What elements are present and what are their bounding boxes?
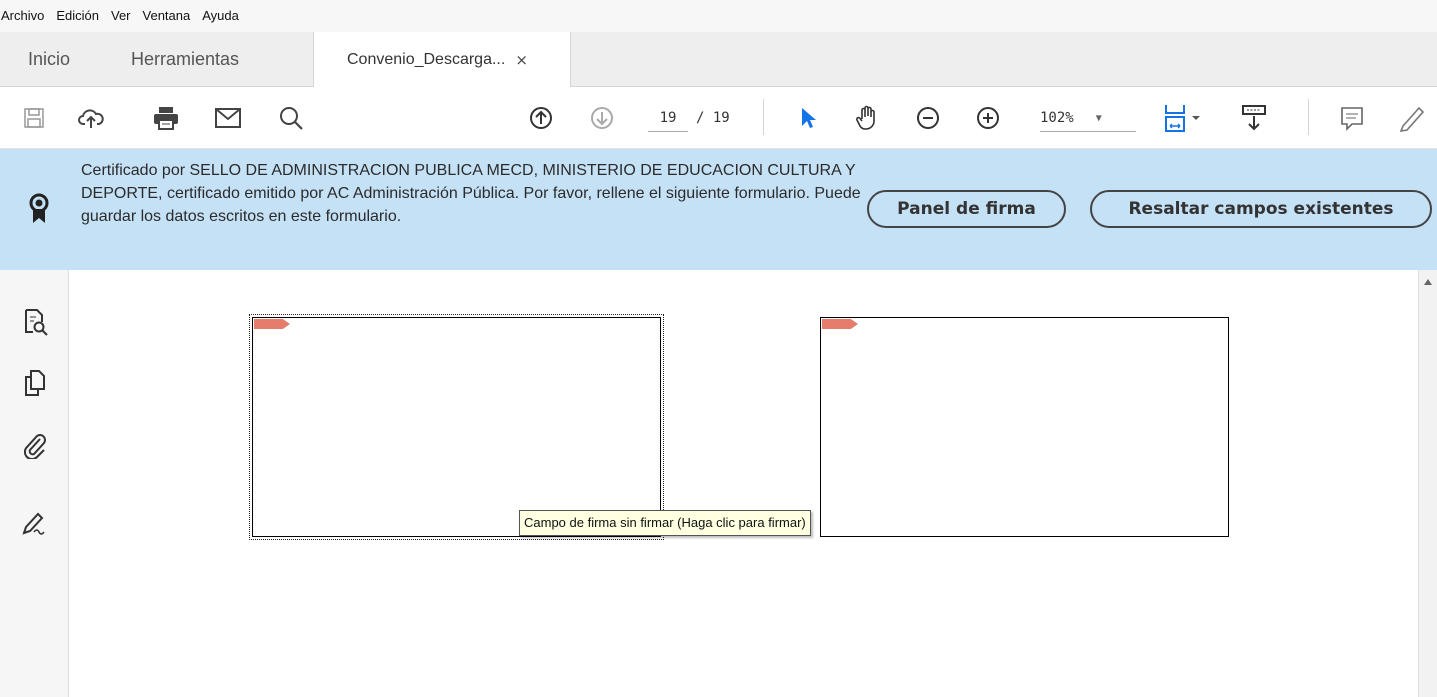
- page-thumbnails-icon[interactable]: [20, 306, 50, 336]
- page-down-icon[interactable]: [586, 102, 618, 134]
- page-up-icon[interactable]: [525, 102, 557, 134]
- tab-document[interactable]: Convenio_Descarga... ×: [313, 32, 571, 87]
- attachment-icon[interactable]: [20, 430, 50, 460]
- toolbar-separator: [1308, 99, 1309, 135]
- comment-icon[interactable]: [1336, 102, 1368, 134]
- tab-document-title: Convenio_Descarga...: [347, 50, 506, 68]
- signature-tooltip: Campo de firma sin firmar (Haga clic par…: [519, 510, 811, 536]
- menu-bar: Archivo Edición Ver Ventana Ayuda: [0, 0, 1437, 33]
- menu-ventana[interactable]: Ventana: [137, 0, 197, 32]
- tab-home[interactable]: Inicio: [28, 32, 70, 86]
- certification-message: Certificado por SELLO DE ADMINISTRACION …: [81, 162, 861, 225]
- sign-icon[interactable]: [20, 508, 50, 538]
- upload-cloud-icon[interactable]: [75, 102, 107, 134]
- email-icon[interactable]: [212, 102, 244, 134]
- scroll-up-icon[interactable]: [1424, 279, 1432, 285]
- zoom-in-icon[interactable]: [972, 102, 1004, 134]
- signature-field-2[interactable]: [820, 317, 1229, 537]
- signature-panel-button[interactable]: Panel de firma: [867, 190, 1066, 228]
- zoom-out-icon[interactable]: [912, 102, 944, 134]
- toolbar: 19 / 19 102% ▼: [0, 87, 1437, 149]
- search-icon[interactable]: [275, 102, 307, 134]
- pen-icon[interactable]: [1396, 102, 1428, 134]
- page-fit-icon[interactable]: [1160, 102, 1210, 134]
- read-mode-icon[interactable]: [1238, 102, 1270, 134]
- close-icon[interactable]: ×: [515, 51, 528, 69]
- vertical-scrollbar[interactable]: [1418, 270, 1437, 697]
- page-number-input[interactable]: 19: [648, 105, 688, 132]
- print-icon[interactable]: [150, 102, 182, 134]
- zoom-value: 102%: [1040, 110, 1074, 126]
- chevron-down-icon: ▼: [1095, 112, 1102, 124]
- save-icon[interactable]: [18, 102, 50, 134]
- menu-archivo[interactable]: Archivo: [0, 0, 50, 32]
- signature-field-1[interactable]: [249, 314, 664, 540]
- tab-bar: Inicio Herramientas Convenio_Descarga...…: [0, 32, 1437, 87]
- menu-edicion[interactable]: Edición: [50, 0, 105, 32]
- left-navigation-rail: [0, 270, 69, 697]
- highlight-fields-button[interactable]: Resaltar campos existentes: [1090, 190, 1432, 228]
- tab-tools[interactable]: Herramientas: [131, 32, 239, 86]
- page-total: / 19: [696, 110, 730, 126]
- hand-tool-icon[interactable]: [852, 102, 884, 134]
- zoom-dropdown[interactable]: 102% ▼: [1040, 105, 1136, 132]
- certified-ribbon-icon: [28, 193, 50, 229]
- certification-bar: Certificado por SELLO DE ADMINISTRACION …: [0, 149, 1437, 270]
- menu-ayuda[interactable]: Ayuda: [196, 0, 245, 32]
- signature-flag-icon: [254, 319, 290, 329]
- signature-flag-icon: [822, 319, 858, 329]
- select-arrow-icon[interactable]: [792, 102, 824, 134]
- copy-pages-icon[interactable]: [20, 368, 50, 398]
- menu-ver[interactable]: Ver: [105, 0, 137, 32]
- toolbar-separator: [763, 99, 764, 135]
